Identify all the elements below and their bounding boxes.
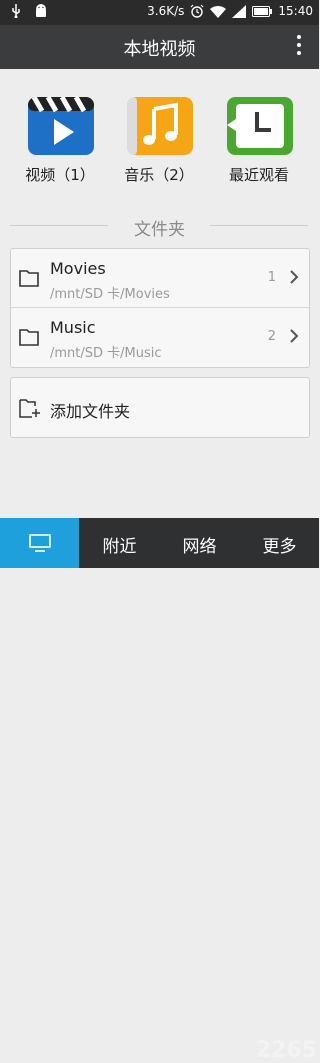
section-title: 文件夹	[134, 220, 185, 240]
tab-more[interactable]: 更多	[240, 518, 319, 568]
category-label: 音乐（2）	[124, 166, 194, 184]
folder-row-movies[interactable]: Movies /mnt/SD 卡/Movies 1	[11, 249, 309, 307]
battery-icon	[252, 5, 273, 17]
more-dot	[297, 43, 301, 47]
section-header: 文件夹	[0, 212, 319, 240]
add-folder-icon	[19, 399, 40, 418]
folder-count: 1	[267, 270, 276, 285]
network-speed: 3.6K/s	[147, 4, 185, 18]
folder-path: /mnt/SD 卡/Movies	[50, 287, 170, 302]
chevron-right-icon	[290, 329, 299, 343]
tab-label: 网络	[182, 537, 217, 557]
folder-name: Music	[50, 318, 96, 337]
category-grid: 视频（1） 音乐（2） 最近观看	[0, 92, 319, 192]
wifi-icon	[210, 5, 227, 18]
folder-icon	[19, 329, 39, 346]
recent-icon	[227, 97, 293, 155]
tab-network[interactable]: 网络	[160, 518, 239, 568]
folder-list: Movies /mnt/SD 卡/Movies 1 Music /mnt/SD …	[10, 248, 310, 368]
status-bar: 3.6K/s 15:40	[0, 0, 319, 25]
tab-label: 附近	[102, 537, 137, 557]
clock: 15:40	[278, 4, 313, 18]
tab-local[interactable]	[0, 518, 79, 568]
usb-icon	[12, 4, 20, 18]
alarm-icon	[190, 4, 204, 18]
signal-icon	[232, 4, 247, 18]
folder-row-music[interactable]: Music /mnt/SD 卡/Music 2	[11, 308, 309, 366]
section-divider-right	[210, 225, 308, 226]
music-icon	[127, 97, 193, 155]
folder-name: Movies	[50, 259, 106, 278]
tab-nearby[interactable]: 附近	[80, 518, 159, 568]
bottom-tab-bar: 附近 网络 更多 2265	[0, 518, 319, 1063]
watermark: 2265	[255, 1038, 317, 1063]
folder-count: 2	[267, 329, 276, 344]
android-icon	[36, 4, 46, 17]
tab-label: 更多	[262, 537, 297, 557]
video-icon	[28, 97, 94, 155]
page-title: 本地视频	[123, 39, 196, 60]
category-label: 视频（1）	[25, 166, 95, 184]
add-folder-label: 添加文件夹	[50, 402, 131, 421]
folder-icon	[19, 270, 39, 287]
monitor-icon	[29, 534, 51, 552]
title-bar: 本地视频	[0, 25, 319, 69]
more-dot	[297, 51, 301, 55]
folder-path: /mnt/SD 卡/Music	[50, 346, 162, 361]
more-options-button[interactable]	[289, 35, 309, 59]
category-label: 最近观看	[228, 166, 289, 184]
chevron-right-icon	[290, 270, 299, 284]
more-dots-icon	[297, 35, 301, 39]
add-folder-button[interactable]: 添加文件夹	[10, 377, 310, 438]
